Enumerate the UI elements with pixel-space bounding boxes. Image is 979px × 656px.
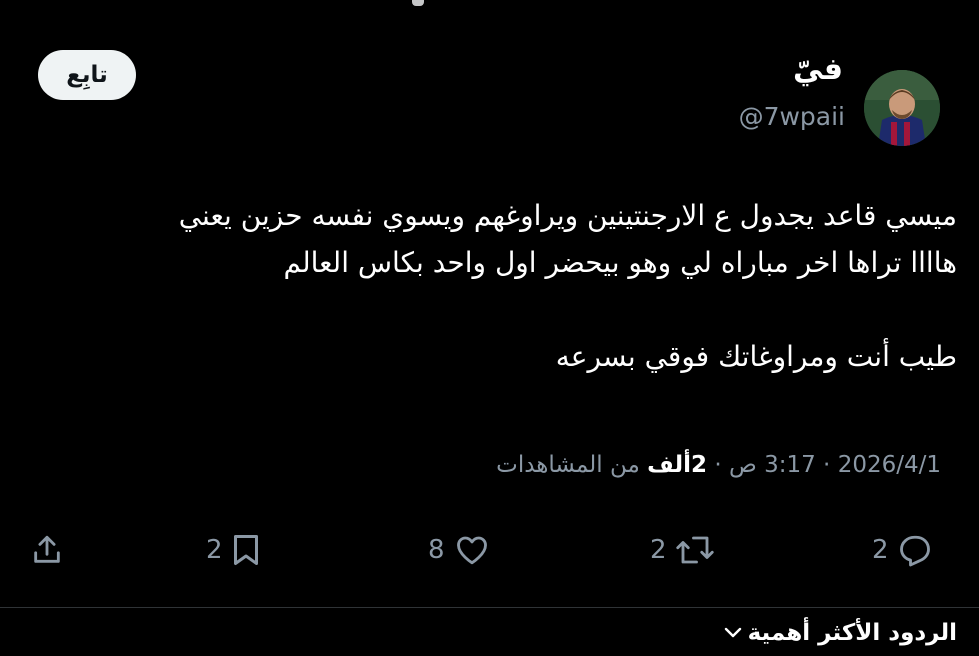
bookmark-icon (233, 535, 258, 565)
user-handle[interactable]: @7wpaii (739, 102, 845, 131)
like-button[interactable]: 8 (428, 520, 491, 580)
views-count: 2ألف (647, 452, 708, 478)
display-name[interactable]: فيّ (793, 52, 843, 87)
avatar[interactable] (864, 70, 940, 146)
reply-button[interactable]: 2 (872, 520, 933, 580)
replies-sort-dropdown[interactable]: الردود الأكثر أهمية (724, 620, 957, 646)
replies-sort-label: الردود الأكثر أهمية (747, 620, 957, 646)
tweet-text-line: ميسي قاعد يجدول ع الارجنتينين ويراوغهم و… (178, 199, 957, 232)
divider (0, 607, 979, 608)
share-button[interactable] (30, 520, 64, 580)
like-count: 8 (428, 535, 445, 565)
reply-count: 2 (872, 535, 889, 565)
retweet-icon (675, 536, 714, 564)
action-bar: 2 2 8 2 (0, 520, 979, 580)
tweet-text-line: طيب أنت ومراوغاتك فوقي بسرعه (555, 340, 957, 373)
bookmark-count: 2 (206, 535, 223, 565)
retweet-count: 2 (650, 535, 667, 565)
share-icon (34, 535, 60, 563)
reply-icon (899, 535, 930, 567)
tweet-meta: 2026/4/1 · 3:17 ص · 2ألف من المشاهدات (496, 452, 941, 478)
retweet-button[interactable]: 2 (650, 520, 715, 580)
tweet-text: ميسي قاعد يجدول ع الارجنتينين ويراوغهم و… (32, 192, 957, 380)
follow-button[interactable]: تابِع (38, 50, 136, 100)
tweet-time[interactable]: 3:17 ص (729, 452, 816, 478)
tweet-date[interactable]: 2026/4/1 (838, 452, 941, 478)
like-icon (456, 536, 487, 565)
avatar-image (864, 70, 940, 146)
scroll-fragment (412, 0, 424, 6)
tweet-text-line: هاااا تراها اخر مباراه لي وهو بيحضر اول … (283, 246, 957, 279)
views-label: من المشاهدات (496, 452, 640, 478)
bookmark-button[interactable]: 2 (206, 520, 261, 580)
chevron-down-icon (724, 627, 741, 638)
